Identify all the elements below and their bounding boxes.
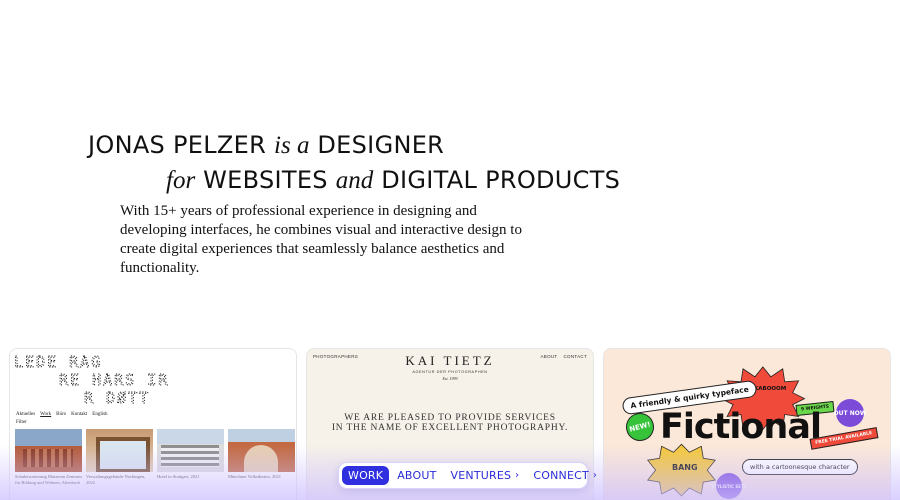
fictional-wordmark: Fictional [660, 407, 822, 447]
photo-caption: Hotel in Stuttgart, 2021 [157, 474, 200, 479]
chevron-right-icon: › [592, 470, 598, 481]
photo-caption: Schulerweiterung Mutzeum Zentrum für Bil… [15, 474, 82, 485]
hero-connector-for: for [166, 167, 196, 194]
card1-thumbnails [15, 429, 295, 472]
card2-brand-name: KAI TIETZ [405, 353, 495, 368]
nav-about[interactable]: ABOUT [391, 466, 442, 485]
card1-nav-item: Büro [56, 412, 67, 417]
building-photo [228, 429, 295, 472]
chevron-right-icon: › [515, 470, 520, 481]
card1-nav-item: English [92, 412, 108, 417]
card1-filter: Filter [16, 420, 27, 425]
nav-work-label: WORK [348, 469, 384, 482]
card1-nav-item: Work [40, 412, 52, 417]
nav-ventures-label: VENTURES [450, 469, 512, 482]
nav-connect[interactable]: CONNECT › [527, 466, 603, 485]
card2-headline-line1: WE ARE PLEASED TO PROVIDE SERVICES [344, 413, 556, 423]
hero-title-line2: for WEBSITES and DIGITAL PRODUCTS [88, 163, 648, 198]
photo-caption: Münchner Volkstheater, 2021 [228, 474, 282, 479]
nav-about-label: ABOUT [397, 469, 437, 482]
hero-title: JONAS PELZER is a DESIGNER for WEBSITES … [88, 128, 648, 198]
card1-nav-item: Aktuelles [16, 412, 36, 417]
card2-established: Est. 1999 [442, 376, 458, 381]
card2-headline: WE ARE PLEASED TO PROVIDE SERVICES IN TH… [307, 413, 593, 433]
card1-nav: Aktuelles Work Büro Kontakt English [16, 412, 108, 417]
out-now-badge: OUT NOW [834, 399, 866, 427]
hero-websites: WEBSITES [203, 166, 328, 194]
project-card-typeface[interactable]: KABOOOM A friendly & quirky typeface 9 W… [603, 348, 891, 500]
dotted-logo: LEDE RAG RE HARS IR R DØTT [14, 353, 169, 407]
photo-caption: Verwaltungsgebäude Nachingen, 2022 [86, 474, 146, 485]
card2-brand-subtitle: AGENTUR DER PHOTOGRAPHEN [412, 370, 488, 374]
card2-headline-line2: IN THE NAME OF EXCELLENT PHOTOGRAPHY. [331, 423, 569, 433]
nav-work[interactable]: WORK [342, 466, 390, 485]
building-photo [15, 429, 82, 472]
kaboom-label: KABOOOM [754, 386, 787, 392]
svg-text:R DØTT: R DØTT [84, 389, 150, 407]
svg-text:LEDE RAG: LEDE RAG [14, 353, 102, 371]
svg-text:RE HARS IR: RE HARS IR [59, 371, 169, 389]
bottom-navigation: WORK ABOUT VENTURES › CONNECT › [338, 462, 597, 489]
project-card-architecture[interactable]: LEDE RAG RE HARS IR R DØTT Aktuelles Wor… [9, 348, 297, 500]
nav-connect-label: CONNECT [533, 469, 589, 482]
building-photo [157, 429, 224, 472]
stylistic-sets-badge: STYLISTIC SETS [711, 473, 747, 499]
hero-description: With 15+ years of professional experienc… [120, 203, 522, 276]
card1-captions: Schulerweiterung Mutzeum Zentrum für Bil… [15, 474, 295, 486]
card1-nav-item: Kontakt [71, 412, 88, 417]
hero-products: DIGITAL PRODUCTS [381, 166, 621, 194]
nav-ventures[interactable]: VENTURES › [445, 466, 526, 485]
hero-connector-is-a: is a [274, 132, 310, 159]
bang-label: BANG [672, 463, 698, 472]
hero-name: JONAS PELZER [88, 131, 267, 159]
hero-role: DESIGNER [317, 131, 445, 159]
cartoon-tag: with a cartoonesque character [742, 459, 858, 475]
hero-connector-and: and [335, 167, 374, 194]
building-photo [86, 429, 153, 472]
